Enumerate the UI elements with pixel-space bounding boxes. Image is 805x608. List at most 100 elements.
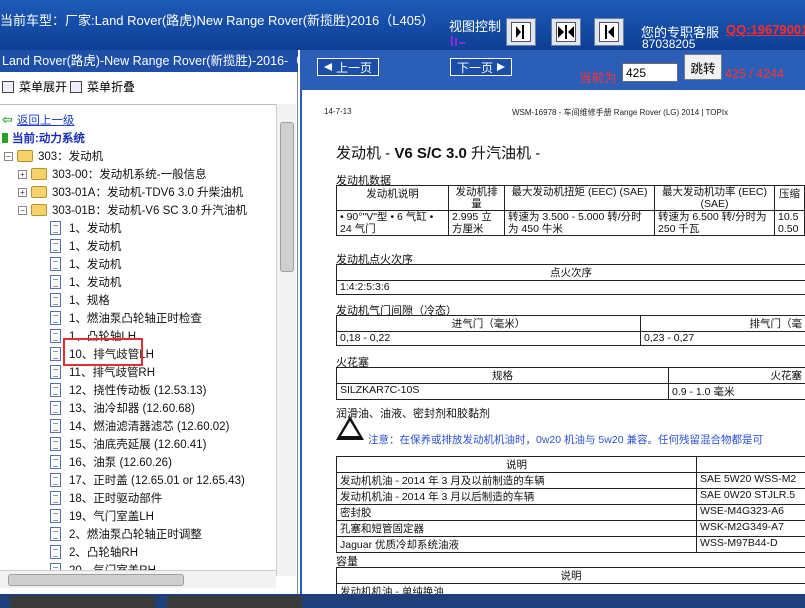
tree-item-label: 303-01B：发动机-V6 SC 3.0 升汽油机 bbox=[52, 205, 247, 217]
expand-toggle-icon[interactable]: − bbox=[18, 205, 27, 215]
tree-item-label: 1、发动机 bbox=[69, 241, 122, 253]
document-icon bbox=[50, 365, 61, 379]
document-icon bbox=[50, 293, 61, 307]
qq-link[interactable]: QQ:19679001 bbox=[726, 22, 805, 37]
tree-folder[interactable]: +303-01A：发动机-TDV6 3.0 升柴油机 bbox=[18, 183, 243, 201]
page-count-text: 425 / 4244 bbox=[725, 67, 785, 81]
document-icon bbox=[50, 509, 61, 523]
tree-item[interactable]: 1、燃油泵凸轮轴正时检查 bbox=[50, 309, 202, 327]
tree-item[interactable]: 12、挠性传动板 (12.53.13) bbox=[50, 381, 206, 399]
expand-toggle-icon[interactable]: + bbox=[18, 169, 27, 179]
table-header: 发动机说明 bbox=[336, 185, 449, 211]
document-icon bbox=[50, 527, 61, 541]
back-link-label: 返回上一级 bbox=[16, 115, 75, 127]
tree-item[interactable]: 18、正时驱动部件 bbox=[50, 489, 162, 507]
tree-item-label: 13、油冷却器 (12.60.68) bbox=[69, 403, 195, 415]
folder-icon bbox=[31, 204, 47, 216]
doc-header-title: WSM-16978 - 车间维修手册 Range Rover (LG) 2014… bbox=[512, 108, 729, 117]
table-cell: 发动机机油 - 2014 年 3 月以后制造的车辆 bbox=[336, 488, 697, 505]
lube-notice: 注意：在保养或排放发动机机油时，0w20 机油与 5w20 兼容。任何残留混合物… bbox=[368, 434, 763, 446]
firing-order-table: 点火次序 1:4:2:5:3:6 bbox=[336, 264, 805, 295]
view-indicator-icon bbox=[451, 36, 465, 46]
expand-icon bbox=[2, 80, 14, 93]
tree-item[interactable]: 1、规格 bbox=[50, 291, 110, 309]
table-cell: 0,18 - 0,22 bbox=[336, 331, 641, 346]
app-window: 当前车型：厂家:Land Rover(路虎)New Range Rover(新揽… bbox=[0, 0, 805, 608]
tree-folder[interactable]: − 303：发动机 bbox=[4, 147, 103, 165]
table-header: 说明 bbox=[336, 456, 697, 473]
tree-item-label: 1、规格 bbox=[69, 295, 110, 307]
table-header: 规格 bbox=[336, 367, 669, 384]
tree-item[interactable]: 1、发动机 bbox=[50, 255, 121, 273]
back-link[interactable]: ⇦ 返回上一级 bbox=[2, 111, 74, 129]
layout-next-button[interactable] bbox=[594, 18, 624, 46]
jump-button[interactable]: 跳转 bbox=[684, 54, 722, 80]
layout-split-icon bbox=[558, 25, 574, 39]
tree-item-label: 18、正时驱动部件 bbox=[69, 493, 163, 505]
table-cell: WSK-M2G349-A7 bbox=[696, 520, 805, 537]
table-cell: 密封胶 bbox=[336, 504, 697, 521]
tree-folder[interactable]: − 303-01B：发动机-V6 SC 3.0 升汽油机 bbox=[18, 201, 247, 219]
tree-item-label: 19、气门室盖LH bbox=[69, 511, 154, 523]
document-icon bbox=[50, 491, 61, 505]
bottom-button-left[interactable] bbox=[10, 596, 155, 608]
table-cell: 转速为 3.500 - 5.000 转/分时为 450 牛米 bbox=[504, 210, 655, 236]
menu-collapse-button[interactable]: 菜单折叠 bbox=[70, 78, 135, 95]
tree-item[interactable]: 14、燃油滤清器滤芯 (12.60.02) bbox=[50, 417, 229, 435]
tree-item-label: 12、挠性传动板 (12.53.13) bbox=[69, 385, 207, 397]
document-icon bbox=[50, 383, 61, 397]
tree-item[interactable]: 13、油冷却器 (12.60.68) bbox=[50, 399, 195, 417]
tree-folder[interactable]: +303-00：发动机系统-一般信息 bbox=[18, 165, 207, 183]
document-icon bbox=[50, 545, 61, 559]
folder-icon bbox=[31, 168, 47, 180]
expand-toggle-icon[interactable]: + bbox=[18, 187, 27, 197]
document-icon bbox=[50, 437, 61, 451]
tree-item[interactable]: 17、正时盖 (12.65.01 or 12.65.43) bbox=[50, 471, 245, 489]
prev-page-label: 上一页 bbox=[336, 60, 373, 75]
current-page-label: 当前为 bbox=[579, 71, 617, 85]
tree-item[interactable]: 2、燃油泵凸轮轴正时调整 bbox=[50, 525, 202, 543]
layout-prev-button[interactable] bbox=[506, 18, 536, 46]
tree-item[interactable]: 19、气门室盖LH bbox=[50, 507, 154, 525]
table-header bbox=[696, 456, 805, 473]
tree-item-label: 303-01A：发动机-TDV6 3.0 升柴油机 bbox=[52, 187, 244, 199]
tree-item-label: 14、燃油滤清器滤芯 (12.60.02) bbox=[69, 421, 230, 433]
prev-arrow-icon bbox=[324, 63, 332, 71]
bottom-button-right[interactable] bbox=[167, 596, 302, 608]
menu-collapse-label: 菜单折叠 bbox=[87, 80, 136, 94]
warning-icon bbox=[336, 416, 364, 440]
tree-item[interactable]: 15、油底壳延展 (12.60.41) bbox=[50, 435, 206, 453]
tree-item[interactable]: 1、发动机 bbox=[50, 219, 121, 237]
tree-item-label: 11、排气歧管RH bbox=[69, 367, 156, 379]
menu-toolbar: 菜单展开 菜单折叠 bbox=[0, 74, 298, 100]
tree-vertical-scrollbar[interactable] bbox=[276, 104, 296, 576]
table-cell: SAE 5W20 WSS-M2 bbox=[696, 472, 805, 489]
spark-plug-table: 规格 火花塞 SILZKAR7C-10S 0.9 - 1.0 毫米 bbox=[336, 367, 805, 400]
tree-item[interactable]: 16、油泵 (12.60.26) bbox=[50, 453, 172, 471]
document-icon bbox=[50, 401, 61, 415]
capacity-table: 说明 发动机机油 - 单纯换油 bbox=[336, 567, 805, 594]
expand-toggle-icon[interactable]: − bbox=[4, 151, 13, 161]
table-cell: SILZKAR7C-10S bbox=[336, 383, 669, 400]
engine-data-table: 发动机说明 发动机排量 最大发动机扭矩 (EEC) (SAE) 最大发动机功率 … bbox=[336, 185, 805, 236]
tree-item-label: 16、油泵 (12.60.26) bbox=[69, 457, 172, 469]
table-cell: 转速为 6.500 转/分时为 250 千瓦 bbox=[654, 210, 775, 236]
page-number-input[interactable] bbox=[622, 63, 678, 82]
next-page-button[interactable]: 下一页 bbox=[450, 58, 513, 76]
tree-item-label: 17、正时盖 (12.65.01 or 12.65.43) bbox=[69, 475, 245, 487]
view-control-label: 视图控制 bbox=[449, 19, 502, 34]
tree-item[interactable]: 2、凸轮轴RH bbox=[50, 543, 138, 561]
tree-item[interactable]: 1、发动机 bbox=[50, 237, 121, 255]
tree-item[interactable]: 1、发动机 bbox=[50, 273, 121, 291]
tree-horizontal-scrollbar[interactable] bbox=[0, 570, 276, 588]
tree-item-label: 1、燃油泵凸轮轴正时检查 bbox=[69, 313, 202, 325]
document-icon bbox=[50, 455, 61, 469]
bottom-taskbar bbox=[0, 594, 805, 608]
table-cell: Jaguar 优质冷却系统油液 bbox=[336, 536, 697, 553]
prev-page-button[interactable]: 上一页 bbox=[317, 58, 380, 76]
document-icon bbox=[50, 275, 61, 289]
tree-item-label: 2、凸轮轴RH bbox=[69, 547, 139, 559]
menu-expand-label: 菜单展开 bbox=[19, 80, 68, 94]
layout-split-button[interactable] bbox=[551, 18, 581, 46]
menu-expand-button[interactable]: 菜单展开 bbox=[2, 78, 67, 95]
